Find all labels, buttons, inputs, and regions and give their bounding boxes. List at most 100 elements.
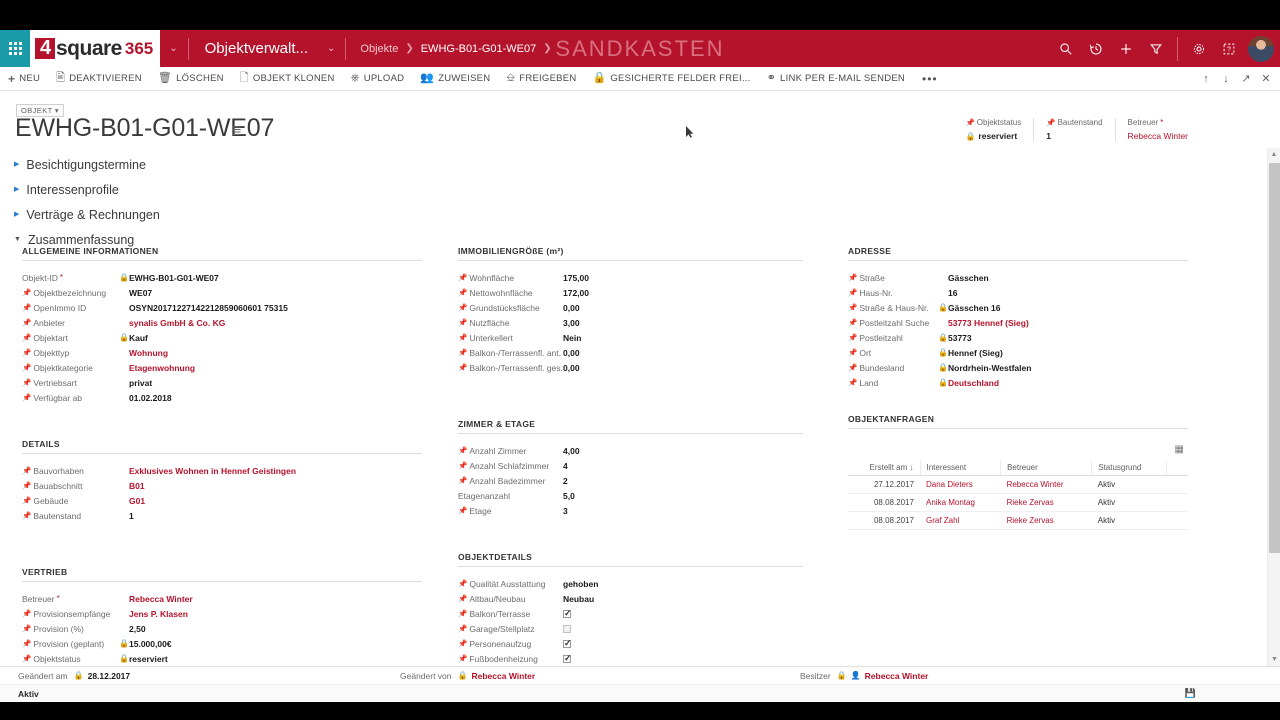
field-verfuegbar-ab-value[interactable]: 01.02.2018 xyxy=(129,393,172,403)
command-upload[interactable]: ⎈ UPLOAD xyxy=(343,67,413,91)
record-footer: Geändert am 🔒 28.12.2017 Geändert von 🔒 … xyxy=(0,666,1280,684)
field-vertriebsart-value[interactable]: privat xyxy=(129,378,152,388)
field-wohnflaeche-label: Wohnfläche xyxy=(469,272,515,283)
breadcrumb-item-entity[interactable]: Objekte xyxy=(360,43,398,55)
down-arrow-icon[interactable]: ↓ xyxy=(1216,67,1236,91)
cell-betreuer[interactable]: Rieke Zervas xyxy=(1000,511,1092,530)
command-share[interactable]: ⎒ FREIGEBEN xyxy=(498,67,584,91)
user-avatar[interactable] xyxy=(1248,35,1274,62)
field-objektbezeichnung-value[interactable]: WE07 xyxy=(129,288,152,298)
quick-create-icon[interactable] xyxy=(1111,30,1141,67)
field-provisionsempfaenger-value[interactable]: Jens P. Klasen xyxy=(129,609,188,619)
field-anbieter-value[interactable]: synalis GmbH & Co. KG xyxy=(129,318,225,328)
cell-betreuer[interactable]: Rieke Zervas xyxy=(1000,493,1092,512)
field-balkon-terrassenfl-ant-value[interactable]: 0,00 xyxy=(563,348,580,358)
field-altbau-neubau-value[interactable]: Neubau xyxy=(563,594,594,604)
vertical-scrollbar[interactable]: ▲ ▼ xyxy=(1267,148,1280,666)
field-anzahl-badezimmer-value[interactable]: 2 xyxy=(563,476,568,486)
scroll-up-arrow-icon[interactable]: ▲ xyxy=(1268,148,1280,161)
recent-icon[interactable] xyxy=(1081,30,1111,67)
table-row[interactable]: 08.08.2017 Graf Zahl Rieke Zervas Aktiv xyxy=(848,511,1188,530)
field-gebaeude-value[interactable]: G01 xyxy=(129,496,145,506)
field-bauabschnitt-value[interactable]: B01 xyxy=(129,481,145,491)
record-menu-icon[interactable]: ≣ xyxy=(231,123,242,139)
footer-field-besitzer-value[interactable]: Rebecca Winter xyxy=(865,671,929,681)
field-balkon-terrassenfl-ges-label-wrap: 📌 Balkon-/Terrassenfl. ges. xyxy=(458,363,563,373)
field-haus-nr-value[interactable]: 16 xyxy=(948,288,957,298)
cell-interessent[interactable]: Dana Dieters xyxy=(920,475,1001,494)
field-fussbodenheizung-label: Fußbodenheizung xyxy=(469,653,538,664)
field-strasse-label-wrap: 📌 Straße xyxy=(848,273,938,283)
section-vertraege-rechnungen[interactable]: ▶ Verträge & Rechnungen xyxy=(14,202,160,227)
field-grundstuecksflaeche-value[interactable]: 0,00 xyxy=(563,303,580,313)
field-etage-value[interactable]: 3 xyxy=(563,506,568,516)
grid-options-icon[interactable]: ▦ xyxy=(1175,444,1184,455)
filter-icon[interactable] xyxy=(1141,30,1171,67)
command-deactivate[interactable]: 🖹 DEAKTIVIEREN xyxy=(48,67,150,91)
command-assign[interactable]: 👥 ZUWEISEN xyxy=(412,67,498,91)
field-bautenstand-detail-value[interactable]: 1 xyxy=(129,511,134,521)
command-email-link[interactable]: ⚭ LINK PER E-MAIL SENDEN xyxy=(759,67,913,91)
popout-icon[interactable]: ↗ xyxy=(1236,67,1256,91)
checkbox-fussbodenheizung[interactable] xyxy=(563,653,572,664)
help-icon[interactable]: ? xyxy=(1214,30,1244,67)
column-header-statusgrund[interactable]: Statusgrund xyxy=(1091,460,1167,476)
field-nettowohnflaeche-value[interactable]: 172,00 xyxy=(563,288,589,298)
breadcrumb-item-record[interactable]: EWHG-B01-G01-WE07 xyxy=(421,43,537,55)
field-openimmo-id-value[interactable]: OSYN20171227142212859060601 75315 xyxy=(129,303,288,313)
app-launcher-icon xyxy=(8,42,22,55)
cell-interessent[interactable]: Anika Montag xyxy=(920,493,1001,512)
table-row[interactable]: 27.12.2017 Dana Dieters Rebecca Winter A… xyxy=(848,475,1188,494)
checkbox-balkon-terrasse[interactable] xyxy=(563,608,572,619)
product-logo[interactable]: 4 square 365 xyxy=(30,30,161,67)
app-name-label[interactable]: Objektverwalt... xyxy=(189,40,318,57)
field-etagenanzahl-value[interactable]: 5,0 xyxy=(563,491,575,501)
scroll-down-arrow-icon[interactable]: ▼ xyxy=(1268,653,1280,666)
logo-chevron-down-icon[interactable]: ⌄ xyxy=(169,43,177,54)
cell-interessent[interactable]: Graf Zahl xyxy=(920,511,1001,530)
field-balkon-terrassenfl-ges-value[interactable]: 0,00 xyxy=(563,363,580,373)
field-strasse-value[interactable]: Gässchen xyxy=(948,273,989,283)
section-interessenprofile[interactable]: ▶ Interessenprofile xyxy=(14,177,160,202)
command-clone[interactable]: 🗋 OBJEKT KLONEN xyxy=(232,67,343,91)
field-qualitaet-ausstattung-value[interactable]: gehoben xyxy=(563,579,598,589)
header-field-betreuer-value[interactable]: Rebecca Winter xyxy=(1128,131,1188,141)
field-postleitzahl-suche-value[interactable]: 53773 Hennef (Sieg) xyxy=(948,318,1029,328)
save-icon[interactable]: 💾 xyxy=(1185,688,1196,699)
app-launcher-button[interactable] xyxy=(0,30,30,67)
app-chevron-down-icon[interactable]: ⌄ xyxy=(327,43,335,54)
field-nutzflaeche-value[interactable]: 3,00 xyxy=(563,318,580,328)
table-row[interactable]: 08.08.2017 Anika Montag Rieke Zervas Akt… xyxy=(848,493,1188,512)
field-anzahl-schlafzimmer-value[interactable]: 4 xyxy=(563,461,568,471)
field-objekttyp-value[interactable]: Wohnung xyxy=(129,348,168,358)
field-objektkategorie-value[interactable]: Etagenwohnung xyxy=(129,363,195,373)
command-delete[interactable]: 🗑 LÖSCHEN xyxy=(150,67,232,91)
field-provision-prozent-value[interactable]: 2,50 xyxy=(129,624,146,634)
checkbox-personenaufzug[interactable] xyxy=(563,638,572,649)
command-unlock-fields[interactable]: 🔒 GESICHERTE FELDER FREI... xyxy=(584,67,758,91)
cell-betreuer[interactable]: Rebecca Winter xyxy=(1000,475,1092,494)
field-anzahl-zimmer-value[interactable]: 4,00 xyxy=(563,446,580,456)
close-icon[interactable]: ✕ xyxy=(1256,67,1276,91)
field-bauvorhaben-value[interactable]: Exklusives Wohnen in Hennef Geistingen xyxy=(129,466,296,476)
column-header-betreuer[interactable]: Betreuer xyxy=(1000,460,1093,476)
field-betreuer-value[interactable]: Rebecca Winter xyxy=(129,594,193,604)
search-icon[interactable] xyxy=(1051,30,1081,67)
command-overflow-button[interactable]: ••• xyxy=(913,72,947,86)
footer-field-geaendert-von-value[interactable]: Rebecca Winter xyxy=(471,671,535,681)
field-unterkellert-value[interactable]: Nein xyxy=(563,333,581,343)
scrollbar-thumb[interactable] xyxy=(1269,163,1280,553)
field-nutzflaeche-label-wrap: 📌 Nutzfläche xyxy=(458,318,563,328)
settings-icon[interactable] xyxy=(1184,30,1214,67)
field-wohnflaeche-value[interactable]: 175,00 xyxy=(563,273,589,283)
section-besichtigungstermine[interactable]: ▶ Besichtigungstermine xyxy=(14,152,160,177)
checkbox-garage-stellplatz[interactable] xyxy=(563,624,571,633)
footer-field-geaendert-von-label: Geändert von xyxy=(400,670,452,681)
column-header-interessent[interactable]: Interessent xyxy=(920,460,1002,476)
pin-icon: 📌 xyxy=(22,480,32,490)
command-new[interactable]: + NEU xyxy=(0,67,48,91)
up-arrow-icon[interactable]: ↑ xyxy=(1196,67,1216,91)
column-header-erstellt-am[interactable]: Erstellt am ↓ xyxy=(848,460,921,476)
pin-icon: 📌 xyxy=(848,362,858,372)
field-verfuegbar-ab-label: Verfügbar ab xyxy=(33,392,83,403)
